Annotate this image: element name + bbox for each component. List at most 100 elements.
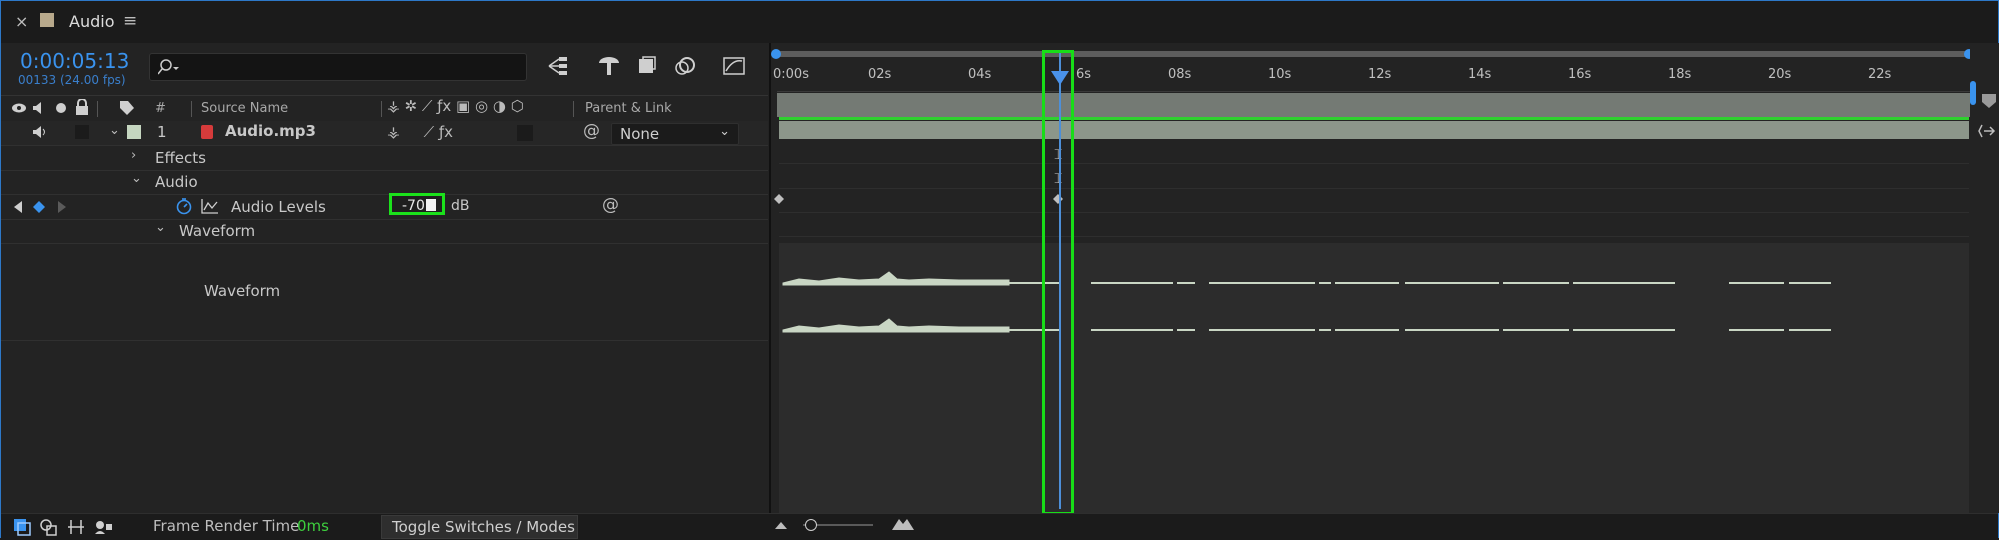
chevron-right-icon[interactable]: › [131,148,136,163]
audio-waveform [782,271,1831,333]
tick-label: 02s [868,67,892,82]
time-ruler[interactable]: 0:00s 02s 04s 6s 08s 10s 12s 14s 16s 18s… [773,63,1970,92]
tick-label: 20s [1768,67,1792,82]
audio-group-row[interactable]: ⌄ Audio [1,171,768,195]
waveform-group-row[interactable]: ⌄ Waveform [1,220,768,244]
audio-levels-value-field[interactable]: -70 [389,193,445,215]
pickwhip-icon[interactable]: @ [583,121,600,141]
layer-switches-pane-icon[interactable] [13,518,31,536]
tab-title[interactable]: Audio [69,12,114,31]
timeline-area[interactable]: 0:00s 02s 04s 6s 08s 10s 12s 14s 16s 18s… [769,43,1999,513]
work-area-bar[interactable] [777,93,1970,117]
zoom-slider-thumb[interactable] [805,519,817,531]
keyframe-marker[interactable] [773,193,785,205]
frame-count: 00133 (24.00 fps) [18,73,126,87]
toggle-switches-modes-button[interactable]: Toggle Switches / Modes [381,515,578,539]
tick-label: 22s [1868,67,1892,82]
draft-3d-icon[interactable] [597,55,621,77]
effects-label: Effects [155,149,206,167]
audio-levels-row[interactable]: Audio Levels -70 dB @ [1,193,768,220]
audio-label: Audio [155,173,198,191]
status-footer: Frame Render Time 0ms Toggle Switches / … [1,513,1998,540]
tick-label: 6s [1076,67,1092,82]
keyframe-icon[interactable] [33,201,45,213]
tick-label: 10s [1268,67,1292,82]
frame-render-time-label: Frame Render Time [153,517,300,535]
playhead-highlight [1042,50,1074,515]
comp-marker-bin-icon[interactable] [1980,93,1998,109]
zoom-out-icon[interactable] [773,520,789,530]
eye-icon[interactable] [11,102,27,114]
layer-column-header: # Source Name ⚶ ✲ ⟋ ƒx ▣ ◎ ◑ ⬡ Parent & … [1,95,768,122]
layer-bar-highlight [779,117,1969,120]
text-cursor [426,199,436,211]
shy-layers-icon[interactable] [635,55,659,77]
audio-levels-value: -70 [402,198,425,214]
tick-label: 16s [1568,67,1592,82]
current-time-display[interactable]: 0:00:05:13 [20,49,129,73]
waveform-label: Waveform [204,282,281,300]
tick-label: 18s [1668,67,1692,82]
tick-label: 04s [968,67,992,82]
toggle-label: Toggle Switches / Modes [392,518,575,536]
comp-flowchart-icon[interactable] [547,55,573,77]
lock-icon[interactable] [75,99,89,115]
in-out-pane-icon[interactable] [67,518,85,536]
prev-keyframe-icon[interactable] [13,201,23,213]
modes-pane-icon[interactable] [39,518,57,536]
layer-switch-icons: ⚶ ✲ ⟋ ƒx ▣ ◎ ◑ ⬡ [387,97,524,115]
graph-icon[interactable] [201,198,219,214]
waveform-lane [779,243,1969,513]
close-icon[interactable]: × [15,12,28,31]
layer-number: 1 [157,123,167,141]
effects-group-row[interactable]: › Effects [1,146,768,171]
chevron-down-icon[interactable]: ⌄ [109,123,120,138]
chevron-down-icon[interactable]: ⌄ [131,171,142,186]
timeline-panel: × Audio ≡ 0:00:05:13 00133 (24.00 fps) #… [0,0,1999,540]
render-time-pane-icon[interactable] [93,518,113,536]
tick-label: 08s [1168,67,1192,82]
audio-file-icon [201,125,213,139]
search-input[interactable] [149,53,527,81]
3d-switch[interactable] [517,125,533,141]
tick-label: 14s [1468,67,1492,82]
next-keyframe-icon[interactable] [57,201,67,213]
menu-icon[interactable]: ≡ [123,11,137,31]
comp-color-swatch [40,13,54,27]
tick-label: 0:00s [773,67,809,82]
layer-duration-bar[interactable] [779,121,1969,139]
layer-switches[interactable]: ⚶ ⟋ ƒx [387,123,453,141]
timeline-end-marker[interactable] [1970,81,1976,105]
comp-button-icon[interactable] [1978,123,1998,139]
navigator-start-handle[interactable] [771,49,781,59]
label-icon[interactable] [119,100,135,116]
parent-dropdown[interactable]: None ⌄ [611,123,739,145]
expression-pickwhip-icon[interactable]: @ [602,195,619,215]
speaker-icon[interactable] [31,100,47,116]
column-number: # [155,101,166,116]
layer-row[interactable]: ⌄ 1 Audio.mp3 ⚶ ⟋ ƒx @ None ⌄ [1,121,768,146]
frame-render-time-value: 0ms [297,517,329,535]
label-color-swatch[interactable] [127,125,141,139]
panel-tab-bar: × Audio ≡ [1,1,1998,43]
motion-blur-icon[interactable] [673,55,697,77]
timeline-scrollbar-track[interactable] [1970,43,1999,513]
search-icon [158,59,179,75]
waveform-row: Waveform [1,244,768,341]
speaker-icon[interactable] [31,124,47,140]
parent-value: None [620,125,660,143]
lock-toggle[interactable] [75,125,89,139]
solo-icon[interactable] [55,102,67,114]
column-source-name[interactable]: Source Name [201,101,288,116]
layer-name[interactable]: Audio.mp3 [225,122,316,140]
zoom-in-icon[interactable] [891,517,915,531]
audio-levels-unit: dB [451,198,470,214]
graph-editor-icon[interactable] [721,53,747,77]
chevron-down-icon[interactable]: ⌄ [155,220,166,235]
stopwatch-icon[interactable] [175,197,193,215]
column-parent-link[interactable]: Parent & Link [585,101,672,116]
tick-label: 12s [1368,67,1392,82]
time-navigator-bar[interactable] [777,51,1970,57]
audio-levels-label: Audio Levels [231,198,326,216]
chevron-down-icon: ⌄ [719,124,730,139]
